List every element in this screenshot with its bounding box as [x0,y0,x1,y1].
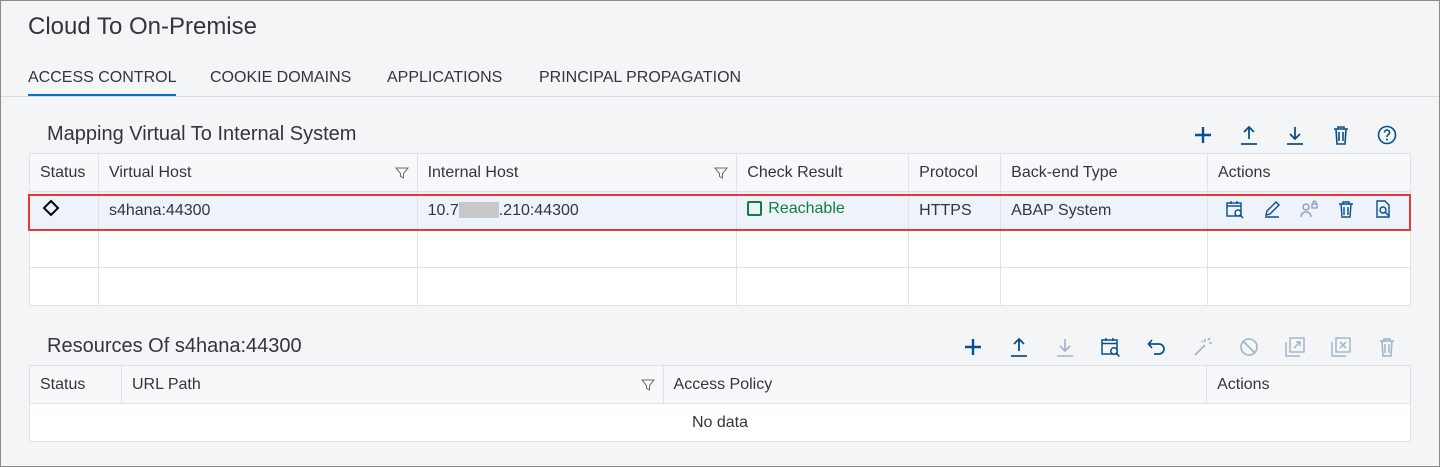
tab-principal-propagation[interactable]: PRINCIPAL PROPAGATION [539,69,741,87]
empty-cell [908,229,1002,268]
column-header-status[interactable]: Status [29,365,122,404]
filter-icon [714,167,729,179]
diamond-icon [42,199,60,217]
empty-cell [29,229,99,268]
column-header-label: URL Path [131,375,201,393]
filter-icon [394,167,409,179]
status-square-icon [747,201,763,217]
empty-cell [1000,229,1208,268]
column-header-virtual-host[interactable]: Virtual Host [97,153,418,192]
empty-cell [736,229,910,268]
add-icon[interactable] [959,333,987,361]
column-header-actions: Actions [1206,153,1412,192]
column-header-backend-type[interactable]: Back-end Type [1000,153,1208,192]
table-row [29,267,1412,306]
resources-header-row: Status URL Path Access Policy Actions [29,365,1411,404]
mapping-section-title: Mapping Virtual To Internal System [47,123,357,145]
mapping-table: Status Virtual Host Internal Host Check … [29,153,1412,306]
column-header-internal-host[interactable]: Internal Host [416,153,738,192]
internal-host-prefix: 10.7 [427,201,459,219]
check-availability-icon[interactable] [1097,333,1125,361]
internal-host-cell: 10.7 .210:44300 [416,191,738,230]
empty-cell [416,267,738,306]
reachable-status: Reachable [747,200,845,218]
table-row: No data [29,403,1411,442]
empty-cell [1206,229,1412,268]
check-result-cell: Reachable [736,191,910,230]
empty-cell [1206,267,1412,306]
status-cell [29,191,99,230]
empty-cell [908,267,1002,306]
mapping-header-row: Status Virtual Host Internal Host Check … [29,153,1412,192]
disable-icon[interactable] [1235,333,1263,361]
tab-access-control[interactable]: ACCESS CONTROL [28,69,177,96]
download-icon[interactable] [1281,121,1309,149]
check-availability-icon[interactable] [1224,198,1246,220]
delete-icon[interactable] [1335,198,1357,220]
empty-cell [97,229,418,268]
table-row[interactable]: s4hana:44300 10.7 .210:44300 Reachable HT… [29,191,1412,230]
page-header: Cloud To On-Premise ACCESS CONTROL COOKI… [1,1,1439,97]
filter-icon [640,379,655,391]
virtual-host-cell: s4hana:44300 [97,191,418,230]
edit-icon[interactable] [1261,198,1283,220]
delete-icon[interactable] [1327,121,1355,149]
column-header-url-path[interactable]: URL Path [120,365,664,404]
view-icon[interactable] [1372,198,1394,220]
column-header-actions: Actions [1206,365,1411,404]
empty-cell [1000,267,1208,306]
empty-cell [416,229,738,268]
column-header-protocol[interactable]: Protocol [908,153,1002,192]
remove-icon[interactable] [1327,333,1355,361]
resources-table: Status URL Path Access Policy Actions No… [29,365,1411,442]
upload-icon[interactable] [1005,333,1033,361]
help-icon[interactable] [1373,121,1401,149]
download-icon[interactable] [1051,333,1079,361]
actions-cell [1206,191,1412,230]
empty-cell [29,267,99,306]
column-header-status[interactable]: Status [29,153,99,192]
column-header-check-result[interactable]: Check Result [736,153,910,192]
protocol-cell: HTTPS [908,191,1002,230]
page-title: Cloud To On-Premise [28,13,257,40]
column-header-access-policy[interactable]: Access Policy [662,365,1208,404]
principal-type-icon[interactable] [1298,198,1320,220]
check-result-text: Reachable [768,199,845,217]
magic-wand-icon[interactable] [1189,333,1217,361]
column-header-label: Virtual Host [108,163,192,181]
column-header-label: Internal Host [427,163,519,181]
add-icon[interactable] [1189,121,1217,149]
table-row [29,229,1412,268]
enable-icon[interactable] [1281,333,1309,361]
delete-icon[interactable] [1373,333,1401,361]
tab-cookie-domains[interactable]: COOKIE DOMAINS [210,69,351,87]
internal-host-suffix: .210:44300 [498,201,579,219]
empty-cell [736,267,910,306]
backend-type-cell: ABAP System [1000,191,1208,230]
undo-icon[interactable] [1143,333,1171,361]
upload-icon[interactable] [1235,121,1263,149]
no-data-text: No data [29,403,1411,442]
app-window: Cloud To On-Premise ACCESS CONTROL COOKI… [0,0,1440,467]
resources-section-title: Resources Of s4hana:44300 [47,335,302,357]
empty-cell [97,267,418,306]
tab-applications[interactable]: APPLICATIONS [387,69,502,87]
redacted-block [458,202,499,219]
